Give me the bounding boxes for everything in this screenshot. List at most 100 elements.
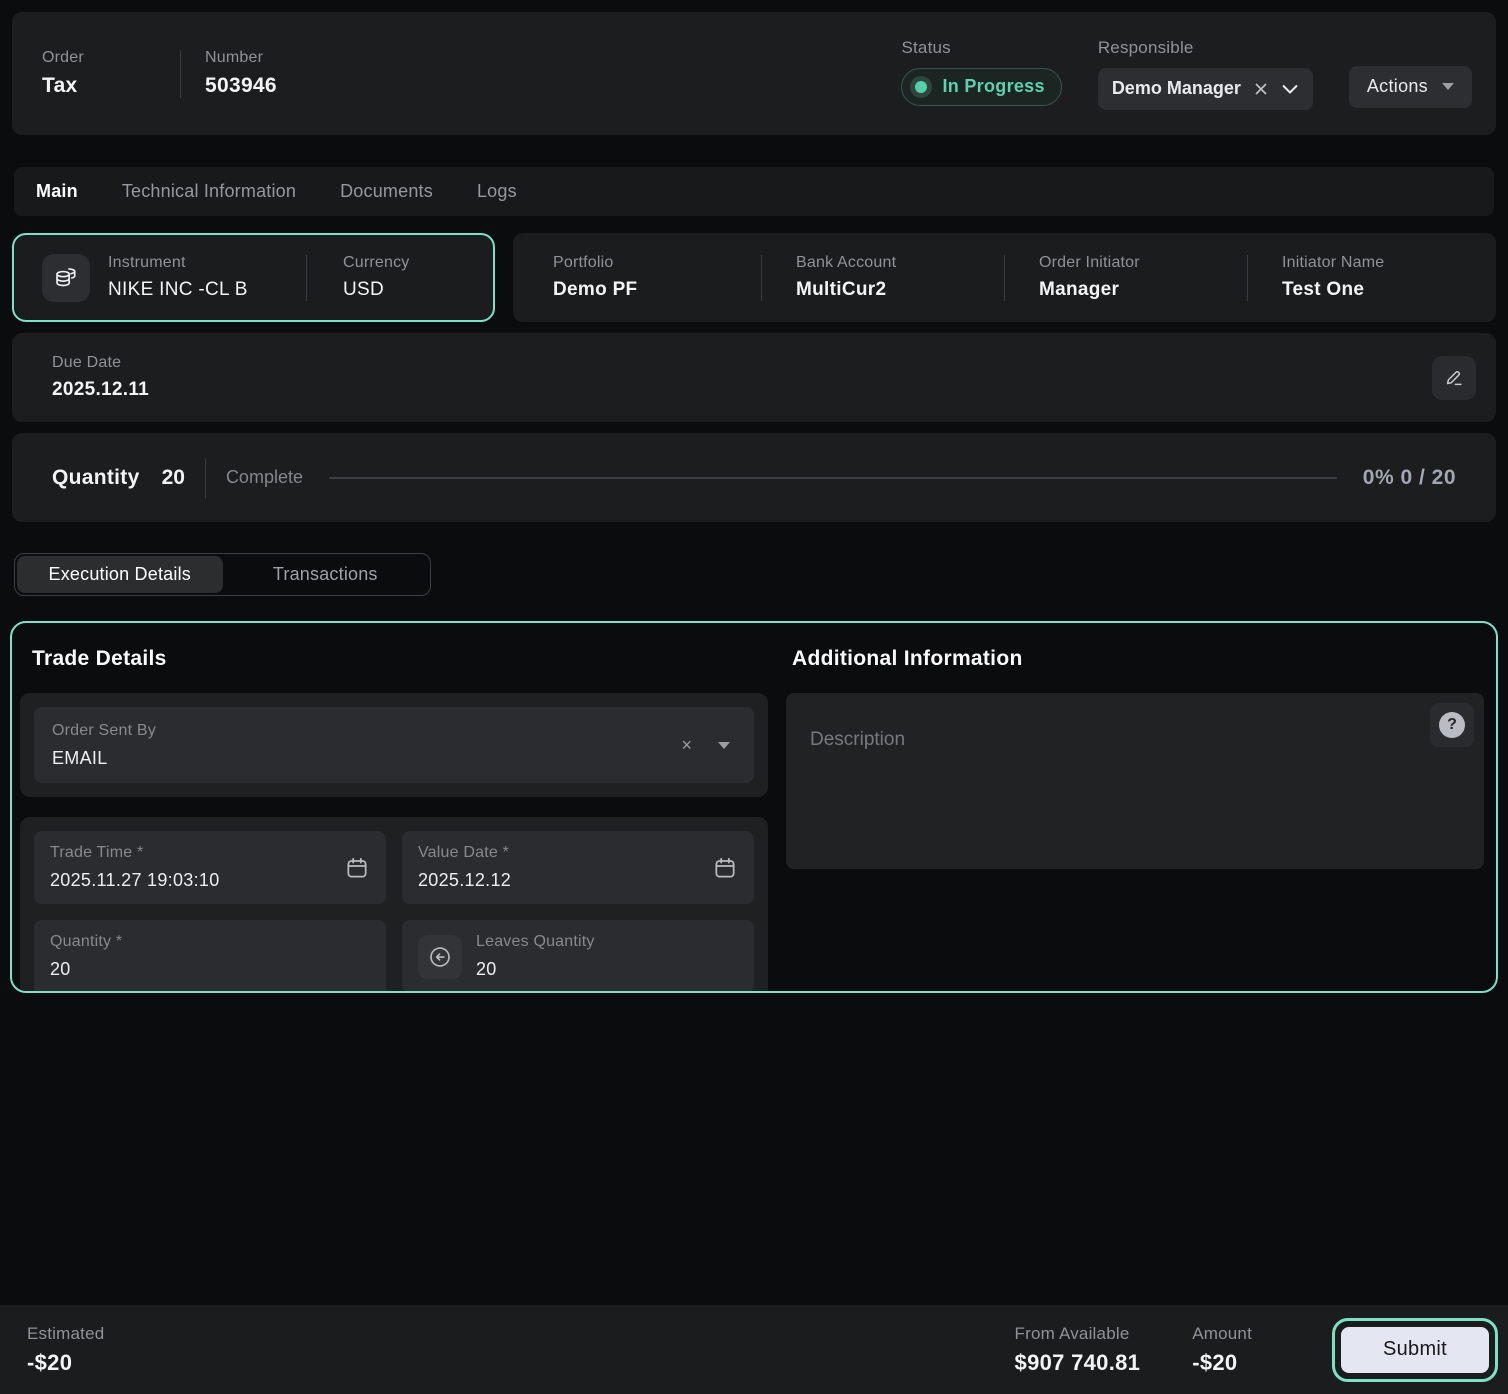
submit-focus-ring: Submit xyxy=(1332,1318,1498,1382)
caret-down-icon[interactable] xyxy=(718,742,730,749)
clear-icon[interactable]: × xyxy=(681,736,692,754)
responsible-label: Responsible xyxy=(1098,38,1313,58)
additional-information-section: Additional Information ? xyxy=(786,631,1488,993)
due-date-value: 2025.12.11 xyxy=(52,379,149,401)
order-sent-by-label: Order Sent By xyxy=(52,722,156,740)
help-icon: ? xyxy=(1439,712,1465,738)
order-number-field: Number 503946 xyxy=(205,49,277,98)
trade-time-label: Trade Time * xyxy=(50,844,220,862)
additional-information-title: Additional Information xyxy=(792,647,1488,671)
pencil-icon xyxy=(1443,367,1465,389)
status-label: Status xyxy=(901,38,1061,58)
instrument-divider xyxy=(306,255,307,301)
order-sent-by-icons: × xyxy=(681,736,736,754)
responsible-group: Responsible Demo Manager xyxy=(1098,38,1313,110)
execution-subtabs: Execution Details Transactions xyxy=(14,553,431,596)
quantity-divider xyxy=(205,458,206,498)
order-sent-by-group: Order Sent By EMAIL × xyxy=(20,693,768,797)
currency-field: Currency USD xyxy=(343,254,473,301)
leaves-quantity-label: Leaves Quantity xyxy=(476,933,595,951)
actions-caret-down-icon xyxy=(1442,83,1454,90)
instrument-info-row: Instrument NIKE INC -CL B Currency USD P… xyxy=(12,233,1496,322)
tab-main[interactable]: Main xyxy=(36,181,78,202)
summary-footer: Estimated -$20 From Available $907 740.8… xyxy=(0,1305,1508,1394)
status-dot-icon xyxy=(910,76,932,98)
order-page: Order Tax Number 503946 Status In Progre… xyxy=(0,0,1508,1394)
order-type-label: Order xyxy=(42,49,156,67)
submit-button[interactable]: Submit xyxy=(1341,1327,1489,1373)
calendar-icon[interactable] xyxy=(344,855,370,881)
tab-documents[interactable]: Documents xyxy=(340,181,433,202)
order-info-card: Portfolio Demo PF Bank Account MultiCur2… xyxy=(513,233,1496,322)
currency-label: Currency xyxy=(343,254,473,272)
tab-logs[interactable]: Logs xyxy=(477,181,517,202)
apply-leaves-quantity-button[interactable] xyxy=(418,935,462,979)
order-header: Order Tax Number 503946 Status In Progre… xyxy=(12,12,1496,135)
quantity-total-value: 20 xyxy=(162,466,185,490)
initiator-name-value: Test One xyxy=(1282,279,1490,301)
trade-time-value: 2025.11.27 19:03:10 xyxy=(50,870,220,891)
execution-details-panel: Trade Details Order Sent By EMAIL × xyxy=(10,621,1498,993)
quantity-input-value: 20 xyxy=(50,959,122,980)
footer-right: From Available $907 740.81 Amount -$20 S… xyxy=(1015,1318,1498,1382)
quantity-input-label: Quantity * xyxy=(50,933,122,951)
arrow-left-circle-icon xyxy=(427,944,453,970)
due-date-card: Due Date 2025.12.11 xyxy=(12,333,1496,422)
from-available-field: From Available $907 740.81 xyxy=(1015,1324,1141,1376)
description-textarea[interactable] xyxy=(786,693,1484,869)
leaves-quantity-value: 20 xyxy=(476,959,595,980)
status-badge-text: In Progress xyxy=(942,76,1044,97)
currency-value: USD xyxy=(343,279,473,301)
actions-button[interactable]: Actions xyxy=(1349,66,1472,108)
progress-bar xyxy=(329,477,1337,479)
value-date-input[interactable]: Value Date * 2025.12.12 xyxy=(402,831,754,904)
from-available-label: From Available xyxy=(1015,1324,1141,1344)
bank-account-field: Bank Account MultiCur2 xyxy=(762,254,1004,301)
portfolio-label: Portfolio xyxy=(553,254,761,272)
amount-label: Amount xyxy=(1192,1324,1252,1344)
bank-account-value: MultiCur2 xyxy=(796,279,1004,301)
quantity-progress-card: Quantity 20 Complete 0% 0 / 20 xyxy=(12,433,1496,522)
calendar-icon[interactable] xyxy=(712,855,738,881)
quantity-title: Quantity xyxy=(52,466,140,490)
order-initiator-label: Order Initiator xyxy=(1039,254,1247,272)
amount-value: -$20 xyxy=(1192,1350,1252,1376)
due-date-field: Due Date 2025.12.11 xyxy=(52,354,149,401)
order-initiator-value: Manager xyxy=(1039,279,1247,301)
initiator-name-label: Initiator Name xyxy=(1282,254,1490,272)
amount-field: Amount -$20 xyxy=(1192,1324,1252,1376)
order-sent-by-select[interactable]: Order Sent By EMAIL × xyxy=(34,707,754,783)
remove-responsible-icon[interactable] xyxy=(1253,81,1269,97)
subtab-transactions[interactable]: Transactions xyxy=(223,556,429,593)
quantity-input[interactable]: Quantity * 20 xyxy=(34,920,386,993)
subtab-execution-details[interactable]: Execution Details xyxy=(17,556,223,593)
description-help-button[interactable]: ? xyxy=(1430,703,1474,747)
description-box: ? xyxy=(786,693,1484,869)
instrument-card[interactable]: Instrument NIKE INC -CL B Currency USD xyxy=(12,233,495,322)
header-actions-area: Status In Progress Responsible Demo Mana… xyxy=(901,38,1472,110)
leaves-quantity-field: Leaves Quantity 20 xyxy=(402,920,754,993)
trade-fields-group: Trade Time * 2025.11.27 19:03:10 V xyxy=(20,817,768,993)
main-tabbar: Main Technical Information Documents Log… xyxy=(14,167,1494,216)
status-badge: In Progress xyxy=(901,68,1061,106)
order-sent-by-texts: Order Sent By EMAIL xyxy=(52,722,156,769)
edit-due-date-button[interactable] xyxy=(1432,356,1476,400)
order-type-field: Order Tax xyxy=(36,49,156,98)
status-group: Status In Progress xyxy=(901,38,1061,106)
tab-technical-information[interactable]: Technical Information xyxy=(122,181,296,202)
order-type-value: Tax xyxy=(42,74,156,98)
responsible-chevron-down-icon[interactable] xyxy=(1281,83,1299,95)
trade-details-section: Trade Details Order Sent By EMAIL × xyxy=(20,631,768,993)
trade-time-input[interactable]: Trade Time * 2025.11.27 19:03:10 xyxy=(34,831,386,904)
due-date-label: Due Date xyxy=(52,354,149,372)
order-sent-by-value: EMAIL xyxy=(52,748,156,769)
from-available-value: $907 740.81 xyxy=(1015,1350,1141,1376)
estimated-field: Estimated -$20 xyxy=(27,1324,104,1376)
value-date-label: Value Date * xyxy=(418,844,511,862)
instrument-value: NIKE INC -CL B xyxy=(108,279,288,301)
responsible-chip[interactable]: Demo Manager xyxy=(1098,68,1313,110)
order-number-value: 503946 xyxy=(205,74,277,98)
portfolio-value: Demo PF xyxy=(553,279,761,301)
estimated-label: Estimated xyxy=(27,1324,104,1344)
progress-text: 0% 0 / 20 xyxy=(1363,466,1456,490)
